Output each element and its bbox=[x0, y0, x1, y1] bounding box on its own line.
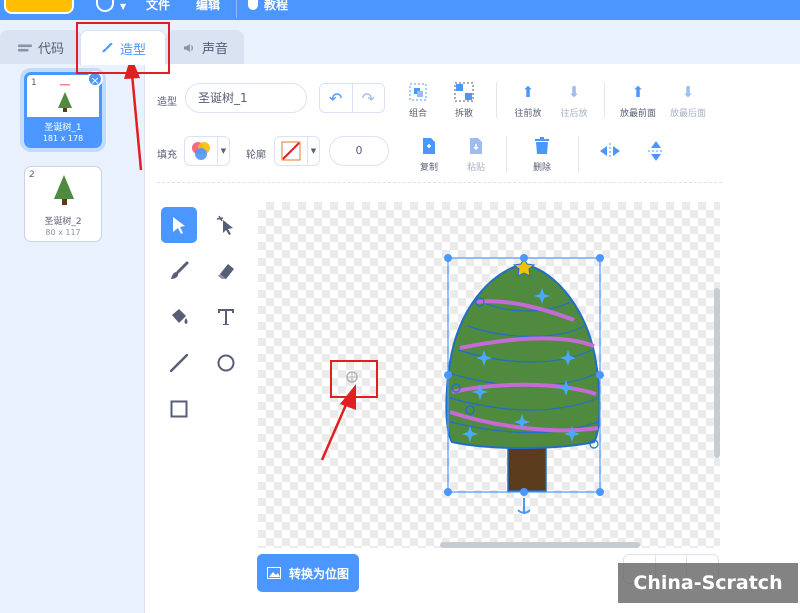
ungroup-icon bbox=[453, 82, 475, 102]
toolbar-divider bbox=[506, 136, 507, 172]
group-label: 组合 bbox=[408, 109, 427, 119]
menu-bar: ▼ 文件 编辑 教程 bbox=[0, 0, 800, 20]
fill-swatch-icon bbox=[185, 137, 217, 165]
fill-color-picker[interactable]: ▼ bbox=[184, 136, 230, 166]
redo-icon[interactable]: ↷ bbox=[351, 84, 385, 112]
costume-name-label: 造型 bbox=[157, 97, 177, 108]
scratch-logo[interactable] bbox=[4, 0, 74, 14]
eraser-tool-icon[interactable] bbox=[208, 253, 244, 289]
line-tool-icon[interactable] bbox=[161, 345, 197, 381]
tab-code-label: 代码 bbox=[37, 42, 64, 57]
paste-icon bbox=[465, 136, 487, 156]
annotation-arrow-icon bbox=[320, 384, 356, 461]
rectangle-tool-icon[interactable] bbox=[161, 391, 197, 427]
tab-costumes-label: 造型 bbox=[119, 42, 146, 58]
costume-size: 80 x 117 bbox=[45, 228, 81, 237]
fill-tool-icon[interactable] bbox=[161, 299, 197, 335]
costume-name-input[interactable]: 圣诞树_1 bbox=[185, 83, 307, 113]
toolbar-divider bbox=[496, 82, 497, 118]
costume-size: 181 x 178 bbox=[42, 134, 84, 143]
tab-code[interactable]: 代码 bbox=[0, 30, 82, 64]
costume-name: 圣诞树_2 bbox=[44, 217, 82, 227]
outline-color-picker[interactable]: ▼ bbox=[274, 136, 320, 166]
bulb-icon[interactable] bbox=[248, 0, 258, 10]
chevron-down-icon: ▼ bbox=[217, 137, 229, 165]
outline-width-input[interactable]: 0 bbox=[329, 136, 389, 166]
undo-icon[interactable]: ↶ bbox=[320, 84, 352, 112]
front-button[interactable]: ⬆ 放最前面 bbox=[612, 82, 664, 119]
christmas-tree-costume[interactable] bbox=[258, 202, 720, 548]
brush-tool-icon[interactable] bbox=[161, 253, 197, 289]
speaker-icon bbox=[183, 43, 193, 52]
ungroup-button[interactable]: 拆散 bbox=[440, 82, 488, 119]
costume-name: 圣诞树_1 bbox=[44, 123, 82, 133]
tab-costumes[interactable]: 造型 bbox=[80, 30, 166, 65]
toolbar-divider bbox=[604, 82, 605, 118]
bring-front-icon: ⬆ bbox=[631, 83, 645, 101]
tree-thumbnail-icon bbox=[58, 84, 72, 112]
backward-button[interactable]: ⬇ 往后放 bbox=[550, 82, 598, 119]
circle-tool-icon[interactable] bbox=[208, 345, 244, 381]
chevron-down-icon: ▼ bbox=[307, 137, 319, 165]
chevron-down-icon: ▼ bbox=[120, 2, 127, 11]
delete-button[interactable]: 删除 bbox=[518, 136, 566, 173]
reshape-tool-icon[interactable] bbox=[208, 207, 244, 243]
costume-index: 1 bbox=[31, 78, 37, 88]
ungroup-label: 拆散 bbox=[454, 109, 473, 119]
toolbar-separator bbox=[157, 182, 722, 183]
arrow-down-icon: ⬇ bbox=[567, 83, 581, 101]
paste-button[interactable]: 粘贴 bbox=[452, 136, 500, 173]
back-button[interactable]: ⬇ 放最后面 bbox=[662, 82, 714, 119]
menu-divider bbox=[236, 0, 237, 18]
tab-sounds[interactable]: 声音 bbox=[166, 30, 244, 64]
horizontal-scrollbar[interactable] bbox=[440, 542, 640, 548]
blocks-icon bbox=[17, 44, 32, 51]
brush-icon bbox=[101, 43, 113, 53]
flip-horizontal-icon[interactable] bbox=[592, 133, 628, 169]
back-label: 放最后面 bbox=[669, 109, 706, 119]
menu-file[interactable]: 文件 bbox=[146, 0, 170, 13]
costume-thumbnail-1[interactable]: 1 圣诞树_1 181 x 178 × bbox=[24, 71, 103, 148]
costume-index: 2 bbox=[29, 170, 35, 180]
costume-thumbnail-2[interactable]: 2 圣诞树_2 80 x 117 bbox=[24, 166, 102, 242]
copy-label: 复制 bbox=[419, 163, 438, 173]
globe-icon[interactable] bbox=[96, 0, 114, 12]
tab-sounds-label: 声音 bbox=[201, 42, 228, 57]
arrow-up-icon: ⬆ bbox=[521, 83, 535, 101]
menu-tutorials[interactable]: 教程 bbox=[264, 0, 288, 13]
send-back-icon: ⬇ bbox=[681, 83, 695, 101]
backward-label: 往后放 bbox=[560, 109, 588, 119]
group-button[interactable]: 组合 bbox=[394, 82, 442, 119]
forward-button[interactable]: ⬆ 往前放 bbox=[504, 82, 552, 119]
trash-icon bbox=[531, 136, 553, 156]
copy-icon bbox=[418, 136, 440, 156]
copy-button[interactable]: 复制 bbox=[405, 136, 453, 173]
outline-label: 轮廓 bbox=[246, 150, 266, 161]
toolbar-divider bbox=[578, 136, 579, 172]
convert-label: 转换为位图 bbox=[288, 566, 349, 581]
annotation-arrow-icon bbox=[124, 56, 143, 171]
menu-edit[interactable]: 编辑 bbox=[196, 0, 220, 13]
forward-label: 往前放 bbox=[514, 109, 542, 119]
watermark: China-Scratch bbox=[618, 563, 798, 603]
text-tool-icon[interactable] bbox=[208, 299, 244, 335]
fill-label: 填充 bbox=[157, 150, 177, 161]
front-label: 放最前面 bbox=[619, 109, 656, 119]
select-tool-icon[interactable] bbox=[161, 207, 197, 243]
image-icon bbox=[266, 567, 281, 579]
group-icon bbox=[407, 82, 429, 102]
flip-vertical-icon[interactable] bbox=[638, 133, 674, 169]
no-outline-icon bbox=[275, 137, 307, 165]
tree-thumbnail-icon bbox=[54, 175, 74, 205]
delete-label: 删除 bbox=[532, 163, 551, 173]
undo-redo-group: ↶ ↷ bbox=[319, 83, 385, 113]
convert-to-bitmap-button[interactable]: 转换为位图 bbox=[257, 554, 359, 592]
paste-label: 粘贴 bbox=[466, 163, 485, 173]
vertical-scrollbar[interactable] bbox=[714, 288, 720, 458]
